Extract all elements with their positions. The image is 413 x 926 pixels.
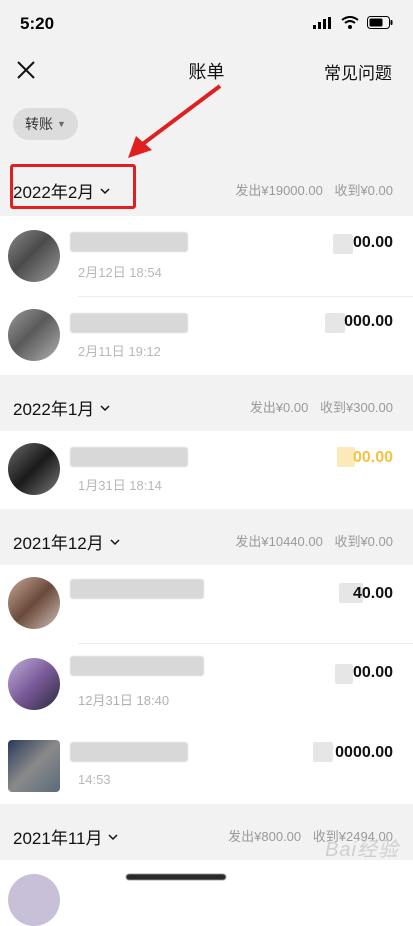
month-out-total: 发出¥800.00: [228, 829, 302, 844]
month-title-text: 2021年12月: [13, 534, 104, 553]
avatar: [8, 309, 60, 361]
annotation-highlight-box: [10, 164, 136, 209]
transaction-time: 1月31日 18:14: [78, 478, 162, 493]
transaction-time: 12月31日 18:40: [78, 693, 170, 708]
status-time: 5:20: [20, 14, 55, 33]
status-bar: 5:20: [0, 0, 413, 46]
month-in-total: 收到¥300.00: [320, 400, 393, 415]
month-header[interactable]: 2022年1月 发出¥0.00 收到¥300.00: [0, 375, 413, 431]
avatar: [8, 874, 60, 926]
transaction-amount: 000.00: [344, 313, 393, 330]
contact-name-blurred: [70, 232, 188, 252]
chevron-down-icon: [100, 404, 110, 411]
caret-down-icon: ▼: [57, 119, 66, 129]
chevron-down-icon: [108, 833, 118, 840]
month-title[interactable]: 2022年1月: [13, 395, 110, 420]
transaction-time: 14:53: [78, 772, 111, 787]
contact-name-blurred: [70, 656, 204, 676]
contact-name-blurred: [70, 313, 188, 333]
chevron-down-icon: [110, 538, 120, 545]
battery-icon: [367, 16, 393, 29]
transaction-amount: 00.00: [352, 234, 393, 251]
annotation-arrow-icon: [128, 84, 222, 158]
transaction-row[interactable]: 2月12日 18:54 00.00: [0, 216, 413, 296]
month-out-total: 发出¥19000.00: [235, 183, 323, 198]
amount-mask: [333, 234, 353, 254]
watermark: Bai经验: [325, 839, 399, 861]
signal-icon: [313, 16, 331, 29]
contact-name-blurred: [126, 874, 226, 880]
amount-mask: [335, 664, 353, 684]
transaction-amount: 00.00: [352, 664, 393, 681]
transaction-amount: 0000.00: [335, 744, 393, 761]
month-summary: 发出¥19000.00 收到¥0.00: [227, 180, 393, 199]
transaction-amount: 40.00: [352, 585, 393, 602]
transaction-time: 2月12日 18:54: [78, 265, 162, 280]
contact-name-blurred: [70, 579, 204, 599]
avatar: [8, 577, 60, 629]
filter-chip-label: 转账: [25, 116, 53, 132]
month-header[interactable]: 2021年12月 发出¥10440.00 收到¥0.00: [0, 509, 413, 565]
month-summary: 发出¥10440.00 收到¥0.00: [227, 531, 393, 550]
transaction-row[interactable]: 12月31日 18:40 00.00: [0, 644, 413, 724]
transaction-row[interactable]: [0, 860, 413, 926]
contact-name-blurred: [70, 742, 188, 762]
amount-mask: [313, 742, 333, 762]
month-title[interactable]: 2021年12月: [13, 529, 120, 554]
avatar: [8, 230, 60, 282]
transaction-row[interactable]: 14:53 0000.00: [0, 724, 413, 804]
month-out-total: 发出¥0.00: [249, 400, 309, 415]
month-title[interactable]: 2021年11月: [13, 824, 118, 849]
transaction-time: 2月11日 19:12: [78, 344, 161, 359]
wifi-icon: [341, 16, 359, 29]
month-summary: 发出¥0.00 收到¥300.00: [242, 397, 393, 416]
status-icons: [313, 16, 393, 29]
transaction-amount: 00.00: [352, 449, 393, 466]
transaction-row[interactable]: 1月31日 18:14 00.00: [0, 431, 413, 509]
contact-name-blurred: [70, 447, 188, 467]
faq-link[interactable]: 常见问题: [324, 59, 392, 84]
month-in-total: 收到¥0.00: [334, 534, 393, 549]
transaction-row[interactable]: 40.00: [0, 565, 413, 643]
avatar: [8, 658, 60, 710]
avatar: [8, 740, 60, 792]
month-title-text: 2021年11月: [13, 829, 103, 848]
month-title-text: 2022年1月: [13, 400, 95, 419]
month-in-total: 收到¥0.00: [334, 183, 393, 198]
avatar: [8, 443, 60, 495]
month-out-total: 发出¥10440.00: [235, 534, 323, 549]
amount-mask: [325, 313, 345, 333]
filter-chip-transfer[interactable]: 转账 ▼: [13, 108, 78, 140]
transaction-row[interactable]: 2月11日 19:12 000.00: [0, 297, 413, 375]
